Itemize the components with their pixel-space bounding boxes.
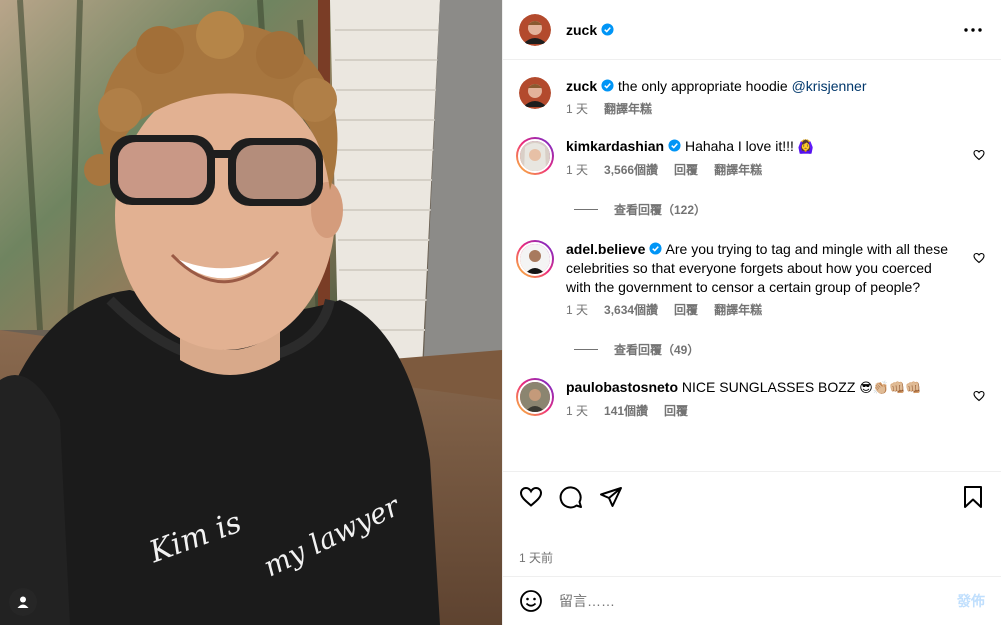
author-avatar[interactable] (519, 13, 551, 46)
comment-time[interactable]: 1 天 (566, 402, 588, 420)
comment-username[interactable]: paulobastosneto (566, 379, 678, 395)
verified-badge-icon (601, 23, 614, 36)
comment-item: kimkardashian Hahaha I love it!!! 🙆‍♀️ 1… (516, 137, 985, 179)
view-replies-button[interactable]: 查看回覆（49） (574, 341, 985, 358)
comment-item: adel.believe Are you trying to tag and m… (516, 240, 985, 319)
verified-badge-icon (601, 79, 614, 92)
view-replies-label: 查看回覆（122） (614, 203, 707, 217)
commenter-avatar[interactable] (516, 137, 554, 175)
like-comment-heart-icon[interactable] (973, 390, 985, 402)
avatar-image (520, 141, 550, 171)
comment-likes[interactable]: 141個讚 (604, 402, 648, 420)
author-username[interactable]: zuck (566, 22, 597, 38)
comment-likes[interactable]: 3,566個讚 (604, 161, 658, 179)
post-panel: zuck zuck the only appropriate hoodie @k… (502, 0, 1001, 625)
photo-illustration (0, 0, 502, 625)
post-timestamp[interactable]: 1 天前 (519, 549, 553, 566)
avatar-image (520, 382, 550, 412)
caption-text: the only appropriate hoodie (618, 78, 788, 94)
paper-plane-icon (600, 487, 622, 507)
comment-button[interactable] (559, 485, 583, 509)
view-replies-button[interactable]: 查看回覆（122） (574, 201, 985, 218)
like-comment-heart-icon[interactable] (973, 149, 985, 161)
view-replies-label: 查看回覆（49） (614, 343, 700, 357)
more-options-button[interactable] (961, 18, 985, 42)
comment-text: NICE SUNGLASSES BOZZ (681, 379, 856, 395)
share-button[interactable] (599, 485, 623, 509)
reply-button[interactable]: 回覆 (664, 402, 688, 420)
post-actions: 1 天前 (503, 471, 1001, 576)
replies-divider-line (574, 209, 598, 210)
save-button[interactable] (961, 485, 985, 509)
like-comment-heart-icon[interactable] (973, 252, 985, 264)
comment-composer: 發佈 (503, 576, 1001, 625)
comment-time[interactable]: 1 天 (566, 301, 588, 319)
comment-likes[interactable]: 3,634個讚 (604, 301, 658, 319)
comment-username[interactable]: adel.believe (566, 241, 645, 257)
caption-time[interactable]: 1 天 (566, 100, 588, 118)
caption: zuck the only appropriate hoodie @krisje… (519, 77, 985, 118)
reply-button[interactable]: 回覆 (674, 161, 698, 179)
heart-icon (519, 486, 543, 507)
commenter-avatar[interactable] (516, 240, 554, 278)
replies-divider-line (574, 349, 598, 350)
emoji-picker-button[interactable] (519, 589, 543, 613)
comment-username[interactable]: kimkardashian (566, 138, 664, 154)
comment-input[interactable] (559, 593, 957, 609)
post-photo[interactable]: Kim is my lawyer (0, 0, 502, 625)
translate-button[interactable]: 翻譯年糕 (714, 301, 762, 319)
comments-list[interactable]: zuck the only appropriate hoodie @krisje… (503, 61, 1001, 470)
more-dots-icon (964, 27, 982, 32)
verified-badge-icon (649, 242, 662, 255)
smiley-icon (520, 590, 542, 612)
comment-emoji: 🙆‍♀️ (797, 140, 814, 155)
post-comment-button[interactable]: 發佈 (957, 591, 985, 611)
caption-mention-link[interactable]: @krisjenner (792, 78, 867, 94)
caption-translate-button[interactable]: 翻譯年糕 (604, 100, 652, 118)
like-button[interactable] (519, 485, 543, 509)
comment-time[interactable]: 1 天 (566, 161, 588, 179)
caption-avatar[interactable] (519, 77, 551, 109)
comment-bubble-icon (559, 486, 582, 509)
avatar-image (519, 77, 551, 109)
commenter-avatar[interactable] (516, 378, 554, 416)
post-header: zuck (503, 0, 1001, 60)
avatar-image (520, 244, 550, 274)
reply-button[interactable]: 回覆 (674, 301, 698, 319)
verified-badge-icon (668, 139, 681, 152)
caption-username[interactable]: zuck (566, 78, 597, 94)
translate-button[interactable]: 翻譯年糕 (714, 161, 762, 179)
tagged-users-button[interactable] (9, 588, 37, 616)
comment-emoji: 😎👏🏼👊🏼👊🏼 (859, 381, 922, 396)
person-icon (17, 596, 29, 608)
comment-item: paulobastosneto NICE SUNGLASSES BOZZ 😎👏🏼… (516, 378, 985, 420)
bookmark-icon (964, 486, 982, 508)
avatar-image (519, 13, 551, 46)
comment-text: Hahaha I love it!!! (684, 138, 794, 154)
